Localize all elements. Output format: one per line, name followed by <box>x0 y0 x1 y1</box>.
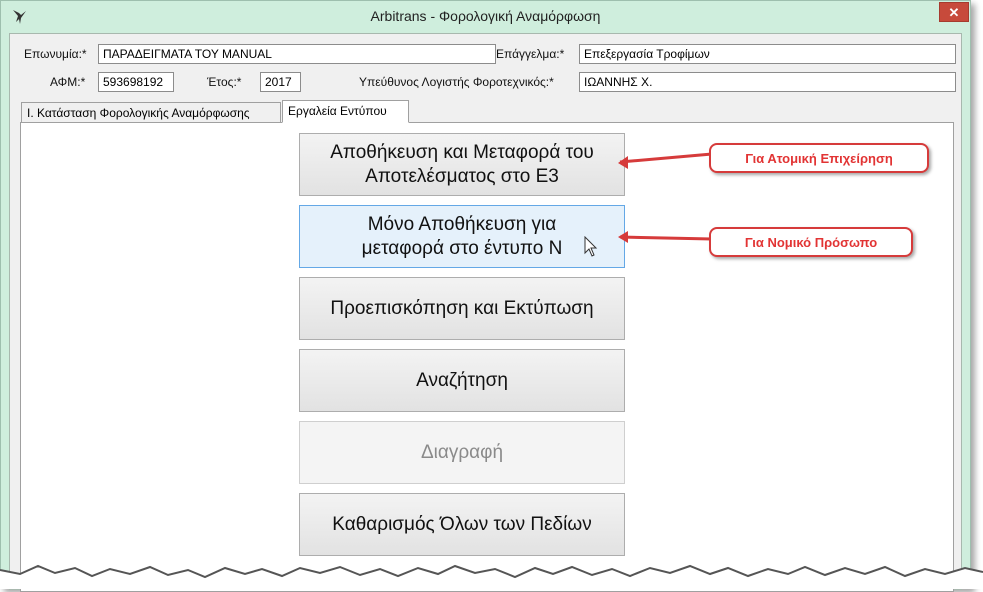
callout-legal-entity: Για Νομικό Πρόσωπο <box>709 227 913 257</box>
annotation-arrows <box>618 152 713 243</box>
arrowhead-individual <box>618 156 628 169</box>
callout-individual: Για Ατομική Επιχείρηση <box>709 143 929 173</box>
arrow-individual <box>619 152 713 164</box>
arrowhead-legal-entity <box>618 231 628 243</box>
arrow-legal-entity <box>619 235 713 241</box>
torn-edge-decoration <box>0 564 983 589</box>
tab-ergaleia[interactable]: Εργαλεία Εντύπου <box>282 100 409 123</box>
